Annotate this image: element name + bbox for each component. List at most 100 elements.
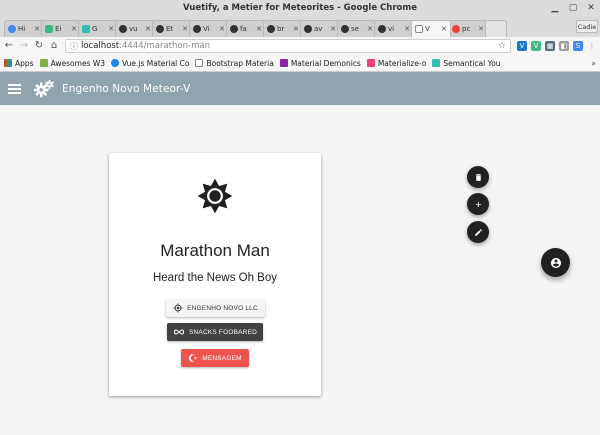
menu-icon[interactable] [8, 83, 21, 94]
semantic-icon [432, 59, 441, 67]
tab-close-icon[interactable]: ✕ [367, 25, 373, 33]
tab-close-icon[interactable]: ✕ [145, 25, 151, 33]
tab-close-icon[interactable]: ✕ [182, 25, 188, 33]
snacks-foobared-label: Snacks Foobared [188, 328, 257, 336]
browser-tab[interactable]: Vi ✕ [189, 20, 229, 37]
tab-close-icon[interactable]: ✕ [108, 25, 114, 33]
tab-favicon-icon [415, 25, 423, 33]
snacks-foobared-button[interactable]: Snacks Foobared [167, 323, 263, 341]
vue-devtools-icon[interactable]: V [517, 41, 527, 51]
home-icon[interactable]: ⌂ [48, 40, 60, 52]
tab-close-icon[interactable]: ✕ [293, 25, 299, 33]
tab-favicon-icon [341, 25, 349, 33]
tab-close-icon[interactable]: ✕ [34, 25, 40, 33]
tab-favicon-icon [156, 25, 164, 33]
back-icon[interactable]: ← [3, 40, 15, 52]
browser-tab[interactable]: pc ✕ [448, 20, 488, 37]
tab-favicon-icon [304, 25, 312, 33]
tab-label: br [277, 25, 285, 33]
browser-tab[interactable]: av ✕ [300, 20, 340, 37]
new-tab-button[interactable] [485, 20, 507, 37]
bookmark-item[interactable]: Vue.js Material Co [111, 59, 189, 68]
w3-icon [39, 59, 48, 67]
info-icon[interactable]: ⓘ [70, 41, 78, 52]
chrome-menu-icon[interactable]: ⋮ [587, 41, 597, 51]
tab-label: Hi [18, 25, 26, 33]
engenho-novo-button[interactable]: Engenho Novo LLC [166, 299, 265, 317]
bookmarks-overflow-icon[interactable]: » [591, 59, 596, 68]
account-fab-button[interactable] [541, 248, 570, 277]
message-label: Mensagem [202, 354, 242, 362]
delete-fab-button[interactable] [467, 166, 489, 188]
bookmark-label: Bootstrap Materia [206, 58, 274, 68]
bookmark-item[interactable]: Semantical You [432, 58, 501, 68]
tab-close-icon[interactable]: ✕ [478, 25, 484, 33]
extension-icon[interactable]: ▦ [545, 41, 555, 51]
tab-close-icon[interactable]: ✕ [219, 25, 225, 33]
address-bar[interactable]: ⓘ localhost:4444/marathon-man ☆ [65, 39, 511, 53]
browser-tab[interactable]: vu ✕ [115, 20, 155, 37]
browser-tab[interactable]: fa ✕ [226, 20, 266, 37]
tab-close-icon[interactable]: ✕ [330, 25, 336, 33]
tab-favicon-icon [82, 25, 90, 33]
profile-button[interactable]: Cadie [576, 20, 598, 33]
window-titlebar: Vuetify, a Metier for Meteorites - Googl… [0, 0, 600, 17]
maximize-icon[interactable]: ▢ [568, 3, 578, 13]
minimize-icon[interactable]: ▁ [550, 3, 560, 13]
bookmark-item[interactable]: Material Demonics [279, 59, 361, 68]
extension-icon[interactable]: ◧ [559, 41, 569, 51]
tab-label: Vi [203, 25, 210, 33]
app-title: Engenho Novo Meteor-V [62, 82, 191, 95]
window-title: Vuetify, a Metier for Meteorites - Googl… [183, 3, 417, 13]
infinity-icon [173, 329, 184, 335]
tab-favicon-icon [452, 25, 460, 33]
browser-tab[interactable]: br ✕ [263, 20, 303, 37]
bookmark-item[interactable]: Materialize-o [366, 58, 427, 68]
edit-fab-button[interactable] [467, 221, 489, 243]
tab-close-icon[interactable]: ✕ [256, 25, 262, 33]
tab-label: V [425, 25, 430, 33]
bookmark-item[interactable]: Bootstrap Materia [195, 58, 274, 68]
tab-favicon-icon [267, 25, 275, 33]
address-host: localhost [81, 41, 120, 51]
tab-close-icon[interactable]: ✕ [71, 25, 77, 33]
bookmark-item[interactable]: Awesomes W3 [39, 59, 105, 68]
window-controls: ▁ ▢ ✕ [550, 3, 596, 13]
brightness-icon [197, 178, 233, 214]
tab-label: pc [462, 25, 471, 33]
reload-icon[interactable]: ↻ [33, 40, 45, 52]
browser-tab[interactable]: se ✕ [337, 20, 377, 37]
browser-toolbar: ← → ↻ ⌂ ⓘ localhost:4444/marathon-man ☆ … [0, 37, 600, 55]
tab-close-icon[interactable]: ✕ [441, 25, 447, 33]
tab-label: G [92, 25, 98, 33]
add-fab-button[interactable] [467, 193, 489, 215]
bookmarks-bar: Apps Awesomes W3 Vue.js Material Co Boot… [0, 55, 600, 72]
tab-label: Et [166, 25, 174, 33]
extension-icon[interactable]: S [573, 41, 583, 51]
browser-tab[interactable]: Ei ✕ [41, 20, 81, 37]
bookmark-apps[interactable]: Apps [4, 59, 34, 68]
tab-close-icon[interactable]: ✕ [404, 25, 410, 33]
browser-tab-active[interactable]: V ✕ [411, 20, 451, 37]
vue-icon[interactable]: V [531, 41, 541, 51]
bookmark-label: Semantical You [443, 58, 501, 68]
tab-label: se [351, 25, 359, 33]
forward-icon[interactable]: → [18, 40, 30, 52]
tab-favicon-icon [378, 25, 386, 33]
browser-tab[interactable]: vi ✕ [374, 20, 414, 37]
bookmark-label: Materialize-o [377, 58, 427, 68]
message-button[interactable]: Mensagem [181, 349, 249, 367]
tab-favicon-icon [8, 25, 16, 33]
browser-tab[interactable]: Et ✕ [152, 20, 192, 37]
bookmark-label: Vue.js Material Co [122, 58, 190, 68]
delete-icon [475, 173, 481, 181]
browser-tab[interactable]: Hi ✕ [4, 20, 44, 37]
materialize-icon [366, 59, 375, 67]
card-title: Marathon Man [160, 241, 270, 260]
tab-favicon-icon [193, 25, 201, 33]
close-window-icon[interactable]: ✕ [586, 3, 596, 13]
tab-label: vi [388, 25, 395, 33]
browser-tab[interactable]: G ✕ [78, 20, 118, 37]
bookmark-star-icon[interactable]: ☆ [498, 41, 506, 51]
card-subtitle: Heard the News Oh Boy [152, 272, 277, 284]
